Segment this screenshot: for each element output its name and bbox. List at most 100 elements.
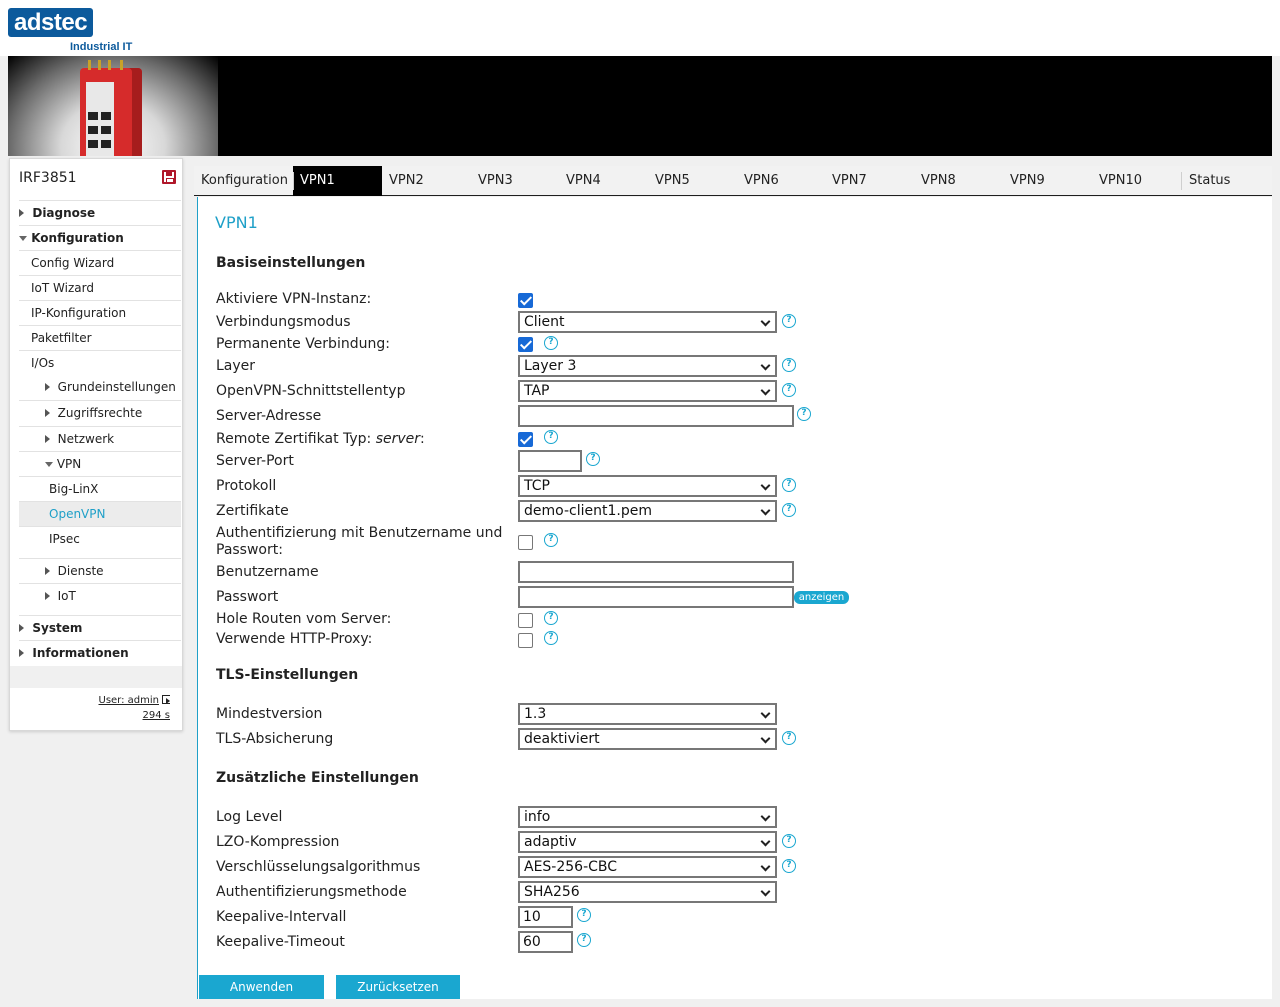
select-value: AES-256-CBC: [524, 859, 618, 875]
help-icon[interactable]: ?: [544, 631, 558, 645]
sidebar-footer-band: [10, 666, 182, 688]
lzo-select[interactable]: adaptiv: [518, 831, 777, 853]
sidebar-item-label: VPN: [56, 457, 82, 471]
server-address-input[interactable]: [518, 405, 794, 427]
sidebar-item-system[interactable]: System: [19, 615, 181, 640]
cert-select[interactable]: demo-client1.pem: [518, 500, 777, 522]
sidebar-item-label: Diagnose: [32, 206, 96, 220]
help-icon[interactable]: ?: [782, 503, 796, 517]
min-version-label: Mindestversion: [216, 706, 323, 722]
help-icon[interactable]: ?: [577, 933, 591, 947]
tab-vpn6[interactable]: VPN6: [737, 166, 826, 196]
company-logo[interactable]: adstec Industrial IT: [8, 8, 132, 53]
help-icon[interactable]: ?: [797, 407, 811, 421]
routes-checkbox[interactable]: [518, 613, 533, 628]
help-icon[interactable]: ?: [782, 358, 796, 372]
select-value: deaktiviert: [524, 731, 600, 747]
select-value: Client: [524, 314, 565, 330]
sidebar-item-netzwerk[interactable]: Netzwerk: [19, 426, 181, 451]
sidebar-item-label: Konfiguration: [31, 231, 124, 245]
sidebar-item-dienste[interactable]: Dienste: [19, 558, 181, 583]
sidebar-item-label: Big-LinX: [49, 482, 99, 496]
help-icon[interactable]: ?: [782, 859, 796, 873]
help-icon[interactable]: ?: [544, 430, 558, 444]
tab-vpn4[interactable]: VPN4: [559, 166, 648, 196]
session-timer[interactable]: 294 s: [143, 710, 170, 721]
tab-vpn3[interactable]: VPN3: [471, 166, 560, 196]
help-icon[interactable]: ?: [782, 383, 796, 397]
help-icon[interactable]: ?: [544, 611, 558, 625]
tab-divider: [293, 172, 294, 190]
sidebar-item-config-wizard[interactable]: Config Wizard: [19, 250, 181, 275]
sidebar-item-konfiguration[interactable]: Konfiguration: [19, 225, 181, 250]
chevron-down-icon: [760, 861, 771, 872]
tab-konfiguration[interactable]: Konfiguration: [194, 166, 293, 196]
help-icon[interactable]: ?: [544, 336, 558, 350]
sidebar-item-ip-konfiguration[interactable]: IP-Konfiguration: [19, 300, 181, 325]
user-label: User: admin: [98, 695, 160, 706]
tab-vpn10[interactable]: VPN10: [1092, 166, 1182, 196]
sidebar-item-grundeinstellungen[interactable]: Grundeinstellungen: [19, 375, 181, 400]
sidebar-item-paketfilter[interactable]: Paketfilter: [19, 325, 181, 350]
sidebar-item-big-linx[interactable]: Big-LinX: [19, 476, 181, 501]
min-version-select[interactable]: 1.3: [518, 703, 777, 725]
help-icon[interactable]: ?: [782, 314, 796, 328]
chevron-down-icon: [760, 505, 771, 516]
mode-select[interactable]: Client: [518, 311, 777, 333]
tab-vpn2[interactable]: VPN2: [382, 166, 471, 196]
user-logout-link[interactable]: User: admin: [98, 695, 170, 706]
cipher-label: Verschlüsselungsalgorithmus: [216, 859, 421, 875]
tab-status[interactable]: Status: [1182, 166, 1272, 196]
sidebar-item-zugriffsrechte[interactable]: Zugriffsrechte: [19, 400, 181, 425]
activate-checkbox[interactable]: [518, 293, 533, 308]
show-password-button[interactable]: anzeigen: [794, 591, 849, 604]
iftype-label: OpenVPN-Schnittstellentyp: [216, 383, 406, 399]
help-icon[interactable]: ?: [782, 478, 796, 492]
top-header: adstec Industrial IT: [0, 0, 1280, 56]
logout-icon[interactable]: [162, 695, 170, 704]
sidebar-item-informationen[interactable]: Informationen: [19, 640, 181, 665]
tab-vpn8[interactable]: VPN8: [914, 166, 1003, 196]
username-input[interactable]: [518, 561, 794, 583]
server-port-input[interactable]: [518, 450, 582, 472]
tab-vpn5[interactable]: VPN5: [648, 166, 737, 196]
auth-user-checkbox[interactable]: [518, 535, 533, 550]
sidebar-item-diagnose[interactable]: Diagnose: [19, 200, 181, 225]
tab-vpn1[interactable]: VPN1: [293, 166, 382, 196]
logo-tagline: Industrial IT: [70, 41, 133, 53]
iftype-select[interactable]: TAP: [518, 380, 777, 402]
keepalive-timeout-label: Keepalive-Timeout: [216, 934, 345, 950]
remote-cert-label: Remote Zertifikat Typ: server:: [216, 431, 425, 447]
cipher-select[interactable]: AES-256-CBC: [518, 856, 777, 878]
sidebar-item-ios[interactable]: I/Os: [19, 350, 181, 375]
tls-auth-select[interactable]: deaktiviert: [518, 728, 777, 750]
apply-button[interactable]: Anwenden: [199, 975, 324, 999]
protocol-select[interactable]: TCP: [518, 475, 777, 497]
log-level-select[interactable]: info: [518, 806, 777, 828]
help-icon[interactable]: ?: [782, 731, 796, 745]
tab-vpn7[interactable]: VPN7: [825, 166, 914, 196]
sidebar-item-iot[interactable]: IoT: [19, 583, 181, 608]
http-proxy-checkbox[interactable]: [518, 633, 533, 648]
tab-vpn9[interactable]: VPN9: [1003, 166, 1092, 196]
help-icon[interactable]: ?: [782, 834, 796, 848]
select-value: Layer 3: [524, 358, 577, 374]
sidebar-item-ipsec[interactable]: IPsec: [19, 526, 181, 551]
permanent-checkbox[interactable]: [518, 337, 533, 352]
reset-button[interactable]: Zurücksetzen: [336, 975, 460, 999]
remote-cert-checkbox[interactable]: [518, 432, 533, 447]
password-input[interactable]: [518, 586, 794, 608]
sidebar-item-iot-wizard[interactable]: IoT Wizard: [19, 275, 181, 300]
keepalive-interval-input[interactable]: 10: [518, 906, 573, 928]
layer-select[interactable]: Layer 3: [518, 355, 777, 377]
password-label: Passwort: [216, 589, 279, 605]
keepalive-timeout-input[interactable]: 60: [518, 931, 573, 953]
auth-method-select[interactable]: SHA256: [518, 881, 777, 903]
tab-divider: [1181, 172, 1182, 190]
help-icon[interactable]: ?: [544, 533, 558, 547]
save-icon[interactable]: [162, 170, 176, 184]
sidebar-item-openvpn[interactable]: OpenVPN: [19, 501, 181, 526]
sidebar-item-vpn[interactable]: VPN: [19, 451, 181, 476]
help-icon[interactable]: ?: [577, 908, 591, 922]
help-icon[interactable]: ?: [586, 452, 600, 466]
